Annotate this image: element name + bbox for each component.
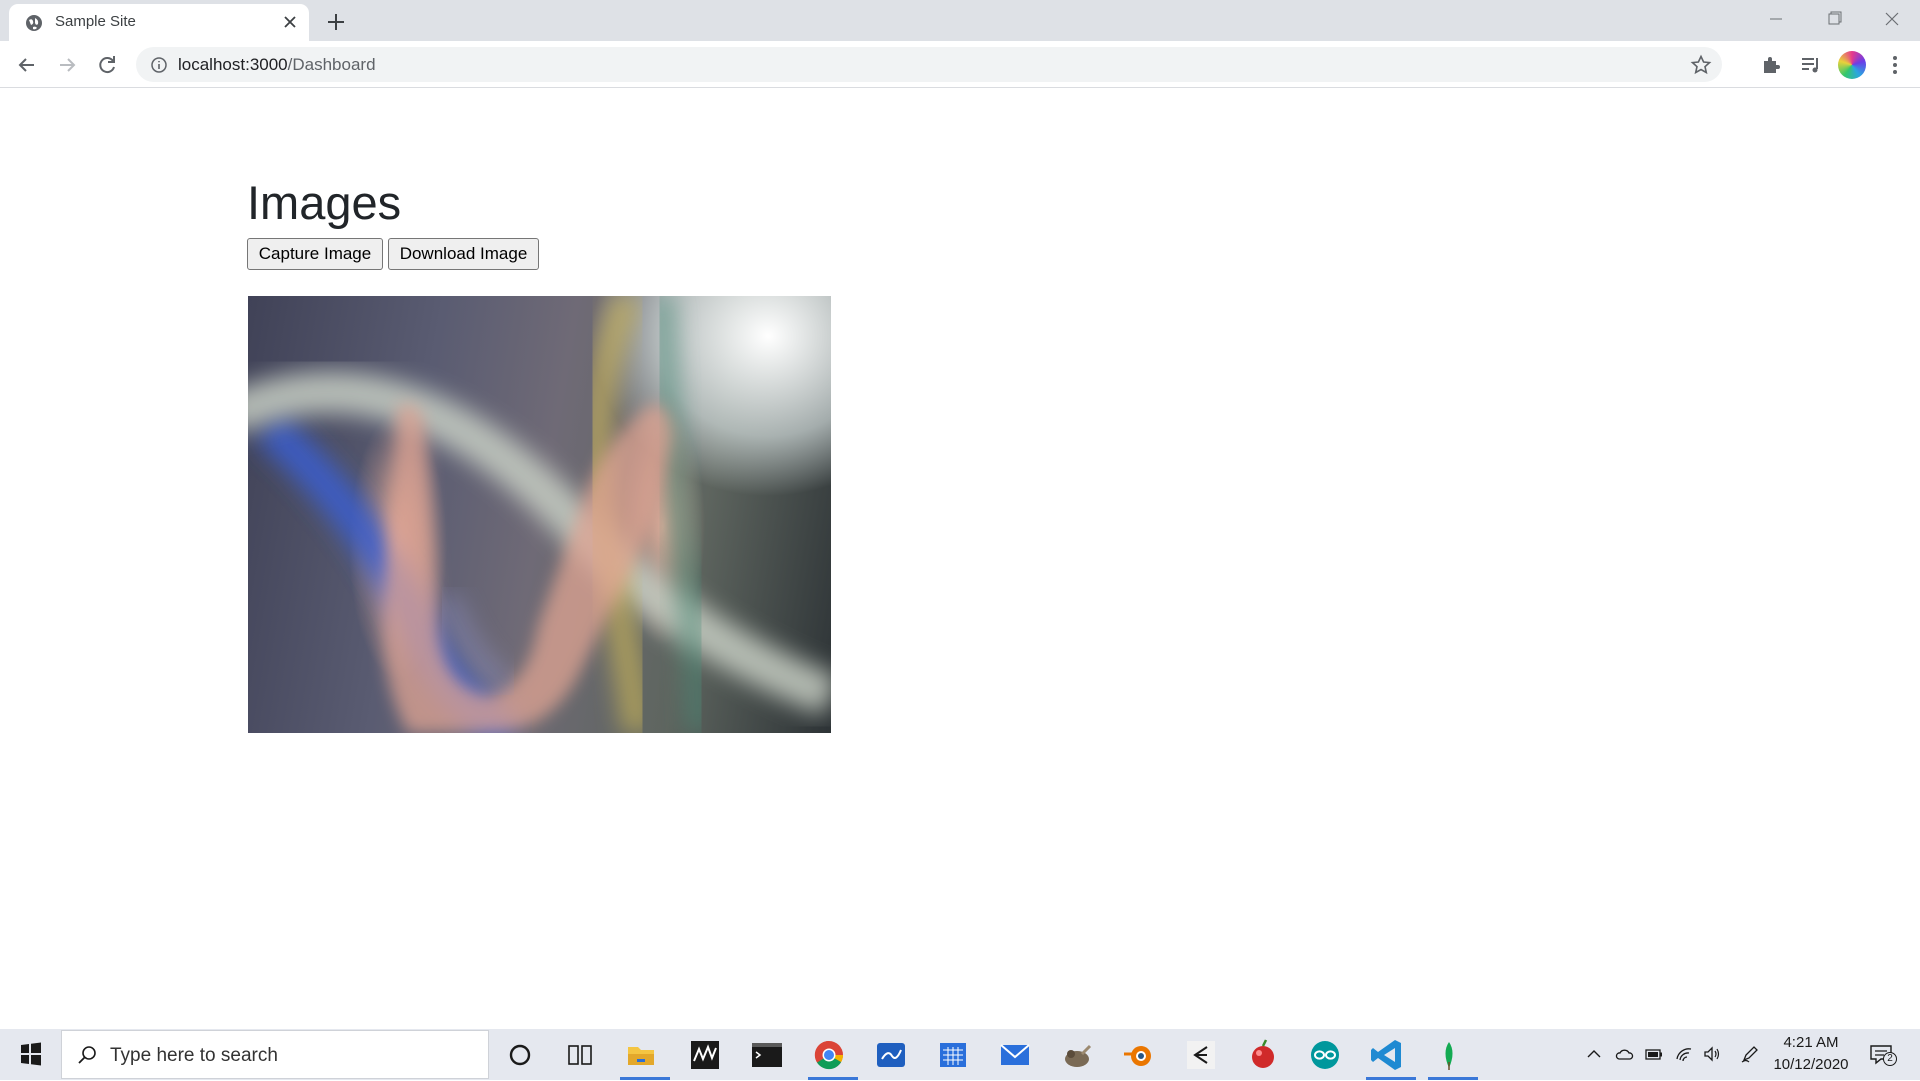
- onedrive-cloud-icon[interactable]: [1614, 1044, 1634, 1064]
- minimize-icon[interactable]: [1756, 6, 1796, 32]
- wifi-icon[interactable]: [1674, 1044, 1694, 1064]
- profile-avatar[interactable]: [1838, 51, 1866, 79]
- action-center-button[interactable]: 2: [1868, 1041, 1897, 1067]
- activity-monitor-icon[interactable]: [684, 1034, 726, 1076]
- download-image-button[interactable]: Download Image: [388, 238, 539, 270]
- ruby-app-icon[interactable]: [1242, 1034, 1284, 1076]
- media-queue-icon[interactable]: [1798, 52, 1824, 78]
- system-clock[interactable]: 4:21 AM 10/12/2020: [1771, 1032, 1851, 1076]
- globe-icon: [26, 15, 42, 31]
- blender-icon[interactable]: [1118, 1034, 1160, 1076]
- volume-icon[interactable]: [1702, 1044, 1722, 1064]
- url-text[interactable]: localhost:3000/Dashboard: [178, 55, 376, 75]
- search-icon: [78, 1046, 96, 1064]
- cortana-icon[interactable]: [499, 1034, 541, 1076]
- capture-image-button[interactable]: Capture Image: [247, 238, 383, 270]
- terminal-icon[interactable]: [746, 1034, 788, 1076]
- close-tab-icon[interactable]: [281, 13, 299, 31]
- unity-icon[interactable]: [1180, 1034, 1222, 1076]
- clock-time: 4:21 AM: [1783, 1034, 1839, 1051]
- calendar-icon[interactable]: [932, 1034, 974, 1076]
- windows-start-icon[interactable]: [0, 1029, 60, 1080]
- url-path: /Dashboard: [287, 55, 376, 74]
- new-tab-icon[interactable]: [324, 10, 348, 34]
- notification-count-badge: 2: [1883, 1052, 1897, 1066]
- task-view-icon[interactable]: [559, 1034, 601, 1076]
- browser-toolbar: localhost:3000/Dashboard: [0, 41, 1920, 88]
- clock-date: 10/12/2020: [1773, 1056, 1849, 1073]
- extensions-puzzle-icon[interactable]: [1758, 52, 1784, 78]
- gimp-icon[interactable]: [1056, 1034, 1098, 1076]
- restore-icon[interactable]: [1814, 6, 1854, 32]
- address-bar[interactable]: localhost:3000/Dashboard: [136, 47, 1722, 82]
- page-content: Images Capture Image Download Image: [0, 89, 1920, 1029]
- file-explorer-icon[interactable]: [620, 1034, 670, 1080]
- browser-tab-strip: Sample Site: [0, 0, 1920, 41]
- more-menu-icon[interactable]: [1882, 52, 1908, 78]
- reload-icon[interactable]: [94, 52, 120, 78]
- tab-title: Sample Site: [55, 13, 136, 30]
- browser-tab[interactable]: Sample Site: [9, 4, 309, 41]
- close-window-icon[interactable]: [1872, 6, 1912, 32]
- search-placeholder: Type here to search: [110, 1045, 278, 1066]
- chrome-icon[interactable]: [808, 1034, 858, 1080]
- whiteboard-icon[interactable]: [870, 1034, 912, 1076]
- vscode-icon[interactable]: [1366, 1034, 1416, 1080]
- site-info-icon[interactable]: [150, 56, 168, 74]
- page-title: Images: [247, 176, 402, 229]
- windows-taskbar: Type here to search 4:21 AM 10/12/2020 2: [0, 1029, 1920, 1080]
- forward-icon[interactable]: [54, 52, 80, 78]
- battery-icon[interactable]: [1644, 1044, 1664, 1064]
- bookmark-star-icon[interactable]: [1690, 54, 1712, 76]
- mail-icon[interactable]: [994, 1034, 1036, 1076]
- pen-ink-workspace-icon[interactable]: [1740, 1044, 1760, 1064]
- taskbar-search-box[interactable]: Type here to search: [61, 1030, 489, 1079]
- show-hidden-icons-chevron-up-icon[interactable]: [1584, 1044, 1604, 1064]
- arduino-icon[interactable]: [1304, 1034, 1346, 1076]
- url-host: localhost:3000: [178, 55, 288, 74]
- mongodb-compass-icon[interactable]: [1428, 1034, 1478, 1080]
- captured-webcam-image: [248, 296, 831, 733]
- back-icon[interactable]: [14, 52, 40, 78]
